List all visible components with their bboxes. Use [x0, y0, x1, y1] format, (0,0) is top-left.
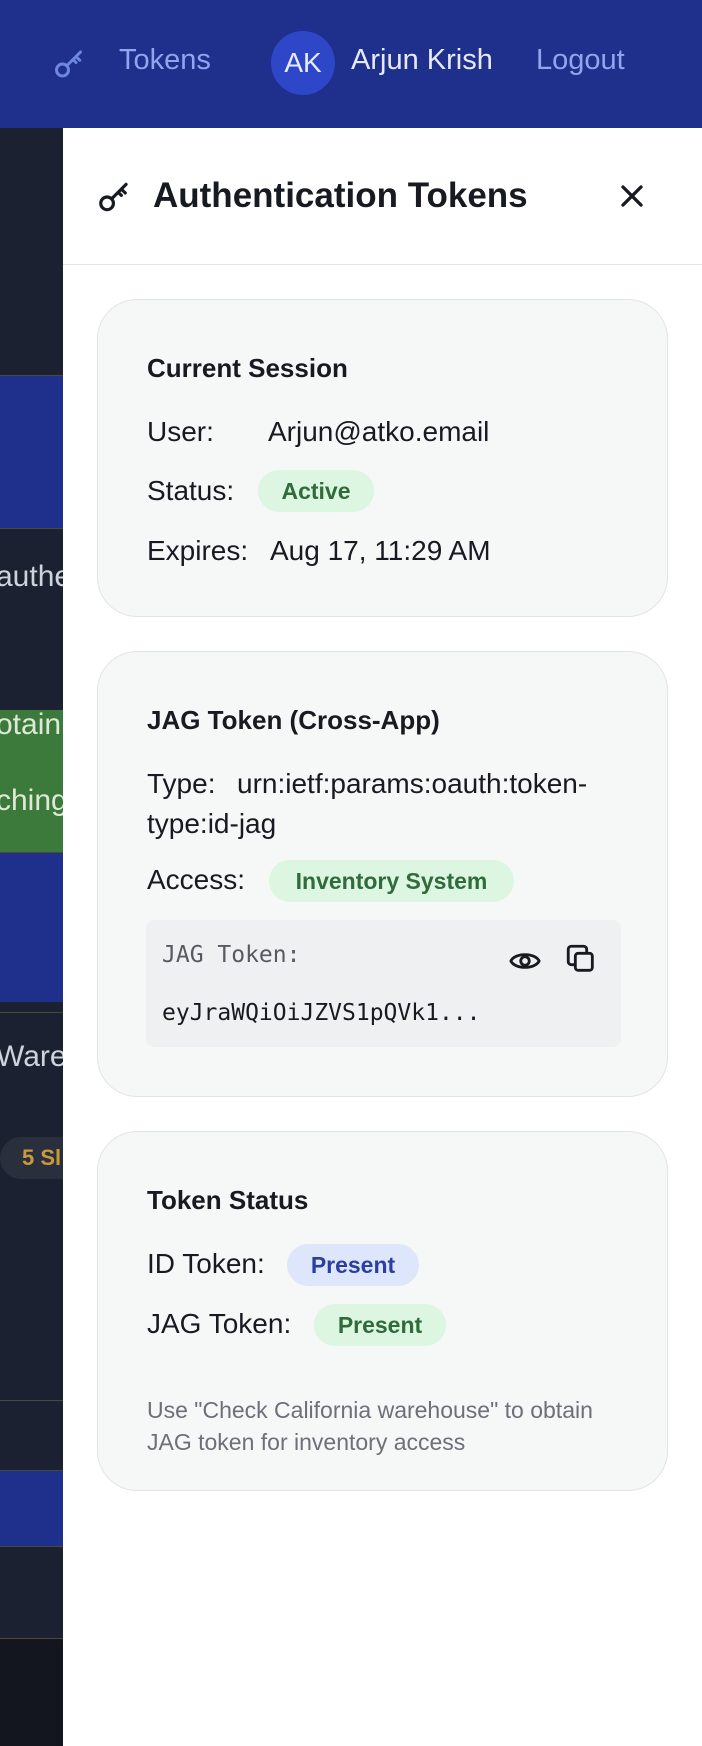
eye-icon[interactable] — [508, 944, 542, 978]
user-name: Arjun Krish — [351, 44, 493, 76]
key-icon — [99, 182, 128, 212]
expires-label: Expires: — [147, 535, 249, 566]
id-token-label: ID Token: — [147, 1248, 265, 1279]
background-text-fragment: ching — [0, 784, 63, 817]
type-value: urn:ietf:params:oauth:token- — [237, 768, 588, 799]
token-box-label: JAG Token: — [162, 942, 301, 968]
user-label: User: — [147, 416, 214, 447]
drawer-title: Authentication Tokens — [153, 176, 528, 215]
top-nav: Tokens AK Arjun Krish Logout — [0, 0, 702, 128]
jag-token-card: JAG Token (Cross-App) Type: urn:ietf:par… — [97, 651, 668, 1097]
background-text-fragment: Wareh — [0, 1040, 63, 1073]
background-badge: 5 Sl — [0, 1137, 63, 1179]
access-badge: Inventory System — [269, 860, 514, 902]
close-icon[interactable] — [614, 178, 650, 214]
background-app: authe otain ching Wareh 5 Sl — [0, 128, 63, 1746]
jag-token-badge: Present — [314, 1304, 446, 1346]
jag-token-label: JAG Token: — [147, 1308, 292, 1339]
background-text-fragment: otain — [0, 708, 62, 741]
logout-link[interactable]: Logout — [536, 44, 625, 77]
status-badge: Active — [258, 470, 374, 512]
type-value-continued: type:id-jag — [147, 808, 277, 839]
nav-tokens-link[interactable]: Tokens — [119, 44, 211, 77]
jag-token-value: eyJraWQiOiJZVS1pQVk1... — [162, 1000, 481, 1026]
expires-value: Aug 17, 11:29 AM — [270, 535, 491, 566]
token-status-card: Token Status ID Token: Present JAG Token… — [97, 1131, 668, 1491]
access-label: Access: — [147, 864, 246, 895]
status-label: Status: — [147, 475, 235, 506]
avatar[interactable]: AK — [271, 31, 335, 95]
drawer-header: Authentication Tokens — [63, 128, 702, 265]
jag-token-box: JAG Token: eyJraWQiOiJZVS1pQVk1... — [146, 920, 621, 1047]
hint-text: Use "Check California warehouse" to obta… — [147, 1397, 593, 1455]
current-session-card: Current Session User: Arjun@atko.email S… — [97, 299, 668, 617]
auth-tokens-drawer: Authentication Tokens Current Session Us… — [63, 128, 702, 1746]
key-icon[interactable] — [52, 46, 88, 82]
id-token-badge: Present — [287, 1244, 419, 1286]
user-value: Arjun@atko.email — [268, 416, 490, 447]
card-title: Current Session — [147, 353, 348, 383]
card-title: Token Status — [147, 1185, 309, 1215]
background-text-fragment: authe — [0, 560, 63, 593]
copy-icon[interactable] — [564, 942, 598, 976]
card-title: JAG Token (Cross-App) — [147, 705, 440, 735]
type-label: Type: — [147, 768, 216, 799]
